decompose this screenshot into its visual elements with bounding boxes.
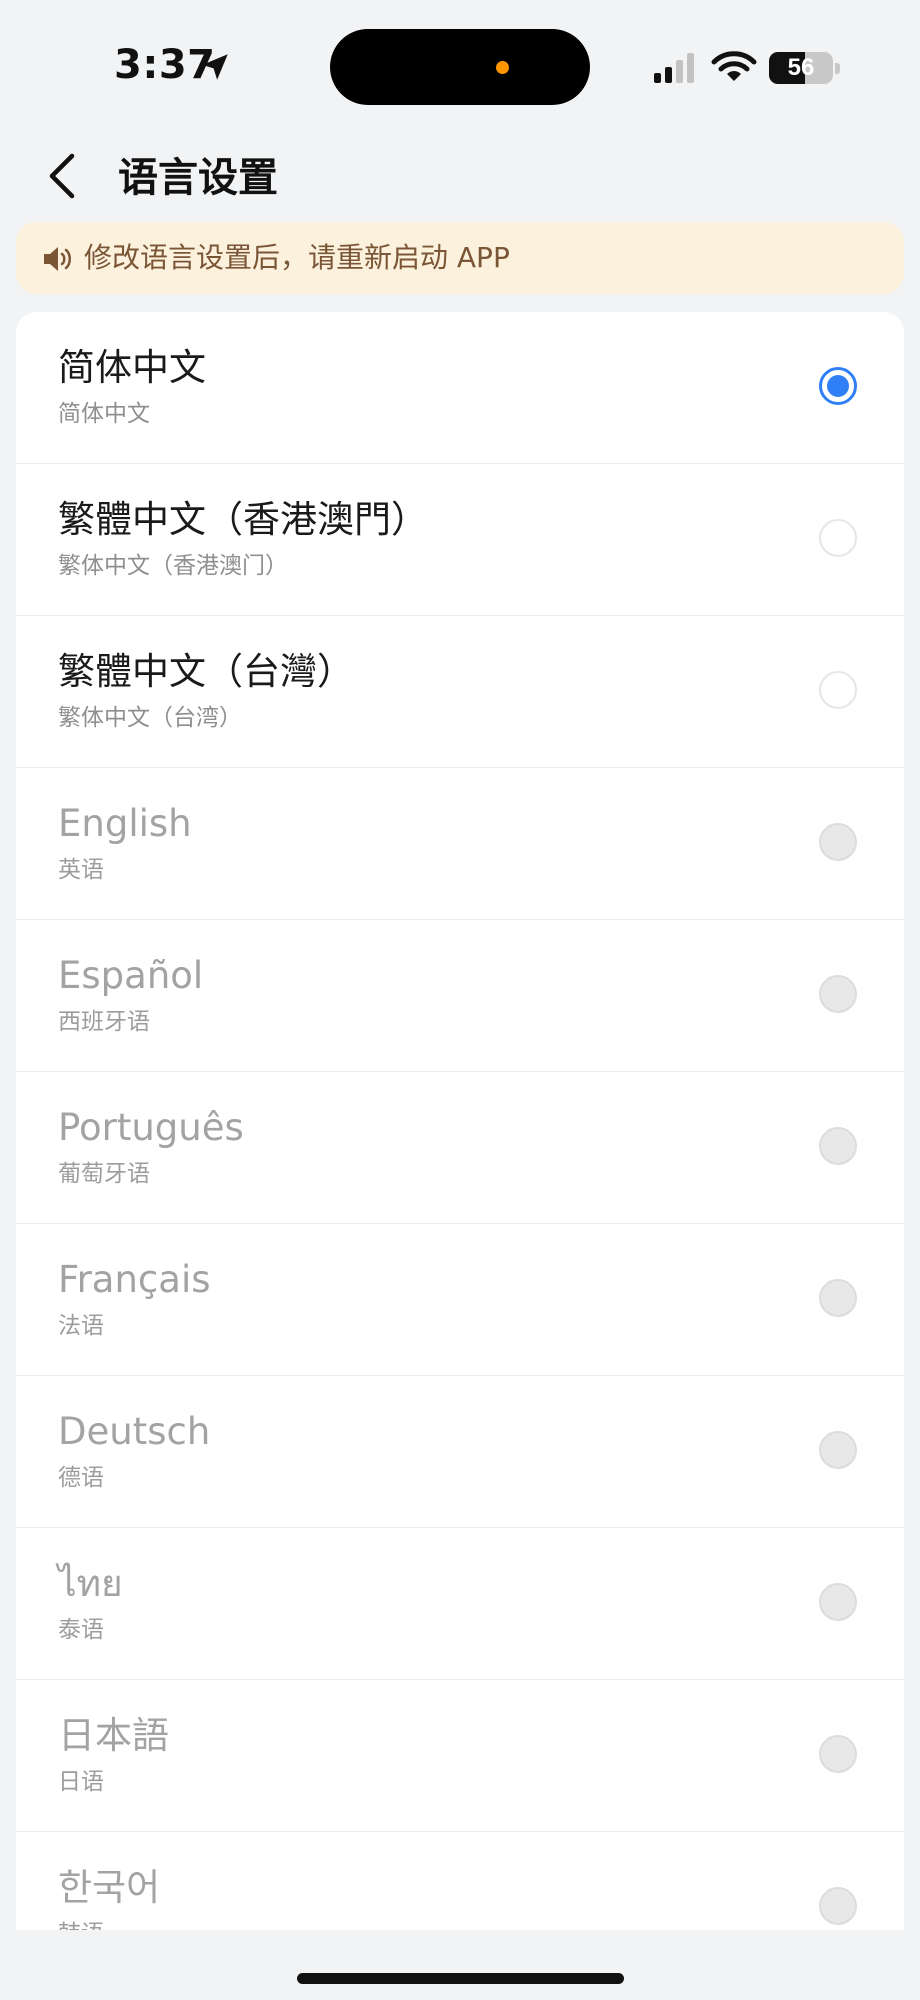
wifi-icon (711, 51, 757, 81)
language-option[interactable]: 한국어 韩语 (16, 1832, 904, 1930)
language-option[interactable]: 日本語 日语 (16, 1680, 904, 1832)
language-name: Português (58, 1106, 244, 1149)
language-option[interactable]: Français 法语 (16, 1224, 904, 1376)
language-name: Deutsch (58, 1410, 211, 1453)
radio-unselected[interactable] (819, 975, 857, 1013)
language-option[interactable]: Deutsch 德语 (16, 1376, 904, 1528)
location-arrow-icon (202, 54, 228, 80)
radio-unselected[interactable] (819, 671, 857, 709)
language-list: 简体中文 简体中文 繁體中文（香港澳門） 繁体中文（香港澳门） 繁體中文（台灣） 繁体中文… (16, 312, 904, 1930)
language-name: English (58, 802, 192, 845)
language-subtitle: 简体中文 (58, 401, 150, 427)
language-subtitle: 繁体中文（台湾） (58, 705, 242, 731)
chevron-left-icon (49, 153, 75, 199)
language-name: Español (58, 954, 204, 997)
radio-unselected[interactable] (819, 1431, 857, 1469)
language-option[interactable]: 繁體中文（台灣） 繁体中文（台湾） (16, 616, 904, 768)
language-subtitle: 葡萄牙语 (58, 1161, 150, 1187)
dynamic-island (330, 29, 590, 105)
home-indicator (297, 1973, 624, 1984)
language-name: Français (58, 1258, 211, 1301)
radio-selected[interactable] (819, 367, 857, 405)
language-name: 繁體中文（香港澳門） (58, 498, 428, 541)
radio-unselected[interactable] (819, 823, 857, 861)
language-name: 한국어 (58, 1866, 161, 1909)
language-name: ไทย (58, 1562, 123, 1605)
language-name: 繁體中文（台灣） (58, 650, 354, 693)
radio-unselected[interactable] (819, 1279, 857, 1317)
notice-text: 修改语言设置后，请重新启动 APP (84, 241, 510, 274)
language-option[interactable]: 繁體中文（香港澳門） 繁体中文（香港澳门） (16, 464, 904, 616)
radio-unselected[interactable] (819, 519, 857, 557)
back-button[interactable] (38, 142, 94, 210)
language-option[interactable]: ไทย 泰语 (16, 1528, 904, 1680)
privacy-indicator-dot (496, 61, 509, 74)
status-bar: 3:37 56 (0, 0, 920, 120)
language-subtitle: 日语 (58, 1769, 104, 1795)
language-option[interactable]: English 英语 (16, 768, 904, 920)
radio-unselected[interactable] (819, 1127, 857, 1165)
language-name: 日本語 (58, 1714, 169, 1757)
speaker-icon (44, 247, 71, 271)
language-subtitle: 法语 (58, 1313, 104, 1339)
cellular-signal-icon (654, 53, 694, 83)
language-option[interactable]: Português 葡萄牙语 (16, 1072, 904, 1224)
language-name: 简体中文 (58, 346, 206, 389)
language-subtitle: 西班牙语 (58, 1009, 150, 1035)
page-title: 语言设置 (118, 155, 278, 201)
language-option[interactable]: Español 西班牙语 (16, 920, 904, 1072)
battery-percent: 56 (787, 54, 815, 81)
language-subtitle: 英语 (58, 857, 104, 883)
language-subtitle: 韩语 (58, 1918, 104, 1930)
battery-indicator: 56 (769, 52, 833, 84)
radio-unselected[interactable] (819, 1583, 857, 1621)
restart-notice-banner: 修改语言设置后，请重新启动 APP (16, 222, 904, 294)
battery-cap (835, 63, 840, 74)
language-subtitle: 德语 (58, 1465, 104, 1491)
language-subtitle: 繁体中文（香港澳门） (58, 553, 288, 579)
radio-unselected[interactable] (819, 1735, 857, 1773)
language-option[interactable]: 简体中文 简体中文 (16, 312, 904, 464)
language-subtitle: 泰语 (58, 1617, 104, 1643)
radio-unselected[interactable] (819, 1887, 857, 1925)
